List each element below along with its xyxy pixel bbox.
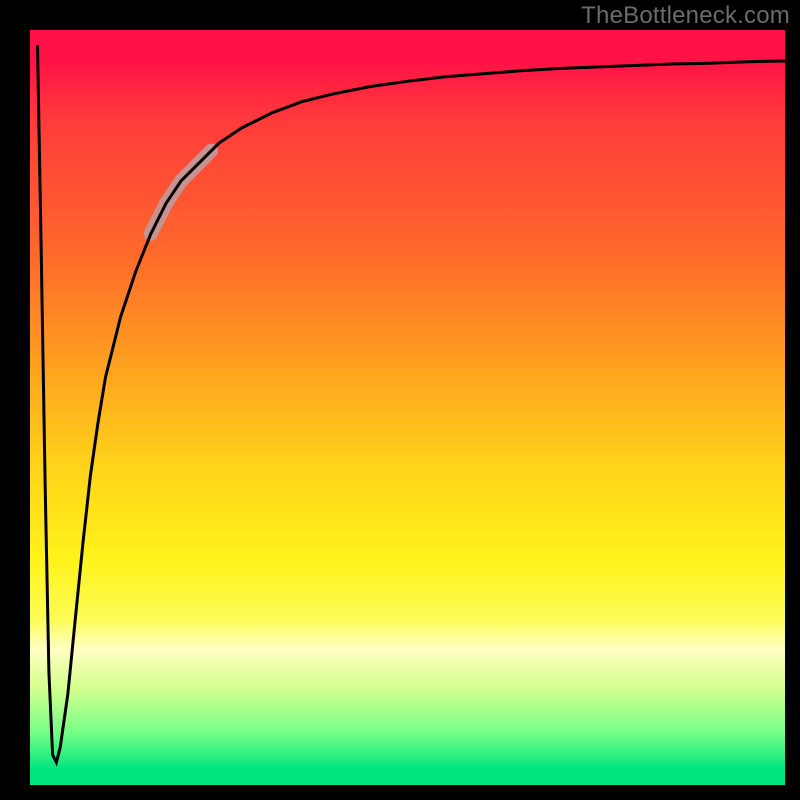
watermark-text: TheBottleneck.com <box>581 2 790 30</box>
plot-area <box>30 30 785 785</box>
highlight-segment <box>151 151 211 234</box>
chart-frame: TheBottleneck.com <box>0 0 800 800</box>
bottleneck-curve <box>38 45 786 762</box>
curve-svg <box>30 30 785 785</box>
